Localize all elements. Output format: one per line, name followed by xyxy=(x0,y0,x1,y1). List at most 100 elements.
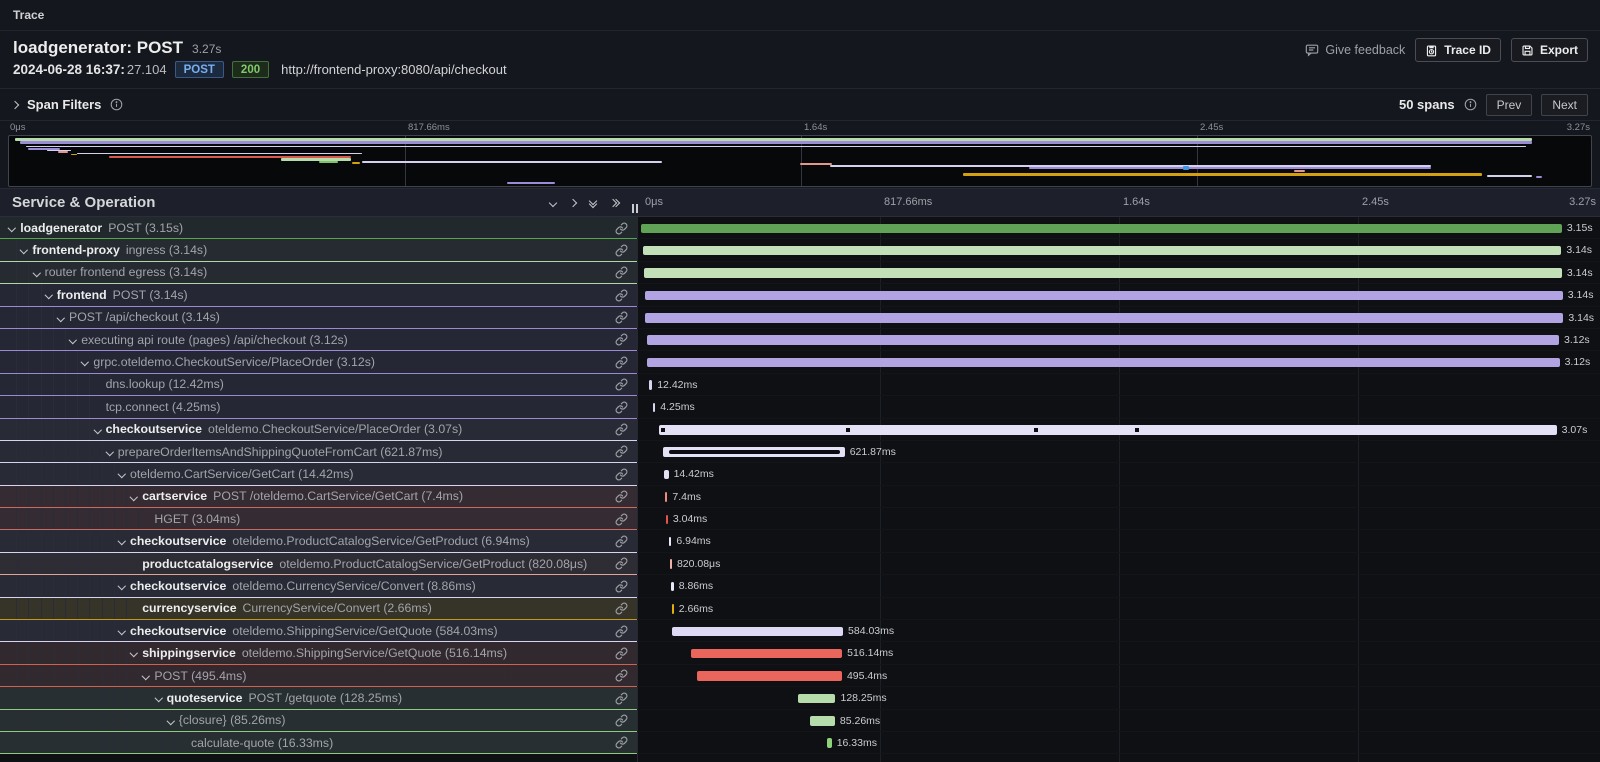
span-name-cell[interactable]: shippingserviceoteldemo.ShippingService/… xyxy=(0,642,637,664)
chevron-down-icon[interactable] xyxy=(154,694,162,702)
chevron-down-icon[interactable] xyxy=(130,493,138,501)
span-duration-bar[interactable] xyxy=(665,492,667,502)
span-duration-bar[interactable] xyxy=(669,537,671,547)
span-row[interactable]: POST (495.4ms)495.4ms xyxy=(0,665,1600,687)
span-duration-bar[interactable] xyxy=(653,403,655,413)
span-row[interactable]: shippingserviceoteldemo.ShippingService/… xyxy=(0,642,1600,664)
span-duration-bar[interactable] xyxy=(810,716,835,726)
span-row[interactable]: calculate-quote (16.33ms)16.33ms xyxy=(0,732,1600,754)
span-link-icon[interactable] xyxy=(615,714,628,732)
span-row[interactable]: currencyserviceCurrencyService/Convert (… xyxy=(0,598,1600,620)
span-name-cell[interactable]: dns.lookup (12.42ms) xyxy=(0,374,637,396)
span-link-icon[interactable] xyxy=(615,356,628,374)
span-duration-bar[interactable] xyxy=(671,582,674,592)
collapse-one-icon[interactable] xyxy=(550,200,556,206)
chevron-down-icon[interactable] xyxy=(167,716,175,724)
span-link-icon[interactable] xyxy=(615,423,628,441)
span-link-icon[interactable] xyxy=(615,222,628,240)
span-duration-bar[interactable] xyxy=(663,447,845,457)
span-row[interactable]: executing api route (pages) /api/checkou… xyxy=(0,329,1600,351)
span-row[interactable]: checkoutserviceoteldemo.ProductCatalogSe… xyxy=(0,530,1600,552)
span-row[interactable]: grpc.oteldemo.CheckoutService/PlaceOrder… xyxy=(0,351,1600,373)
expand-one-icon[interactable] xyxy=(570,200,576,206)
chevron-down-icon[interactable] xyxy=(118,537,126,545)
span-link-icon[interactable] xyxy=(615,445,628,463)
span-duration-bar[interactable] xyxy=(659,425,1557,435)
span-row[interactable]: tcp.connect (4.25ms)4.25ms xyxy=(0,396,1600,418)
span-name-cell[interactable]: prepareOrderItemsAndShippingQuoteFromCar… xyxy=(0,441,637,463)
span-row[interactable]: {closure} (85.26ms)85.26ms xyxy=(0,710,1600,732)
span-row[interactable]: cartservicePOST /oteldemo.CartService/Ge… xyxy=(0,486,1600,508)
collapse-all-icon[interactable] xyxy=(590,198,596,207)
span-name-cell[interactable]: oteldemo.CartService/GetCart (14.42ms) xyxy=(0,463,637,485)
span-name-cell[interactable]: {closure} (85.26ms) xyxy=(0,710,637,732)
span-name-cell[interactable]: frontend-proxyingress (3.14s) xyxy=(0,239,637,261)
span-link-icon[interactable] xyxy=(615,378,628,396)
span-name-cell[interactable]: productcatalogserviceoteldemo.ProductCat… xyxy=(0,553,637,575)
span-name-cell[interactable]: grpc.oteldemo.CheckoutService/PlaceOrder… xyxy=(0,351,637,373)
chevron-down-icon[interactable] xyxy=(32,269,40,277)
span-name-cell[interactable]: cartservicePOST /oteldemo.CartService/Ge… xyxy=(0,486,637,508)
next-button[interactable]: Next xyxy=(1541,94,1588,116)
span-row[interactable]: POST /api/checkout (3.14s)3.14s xyxy=(0,307,1600,329)
span-name-cell[interactable]: POST /api/checkout (3.14s) xyxy=(0,307,637,329)
span-link-icon[interactable] xyxy=(615,244,628,262)
span-link-icon[interactable] xyxy=(615,468,628,486)
span-row[interactable]: frontendPOST (3.14s)3.14s xyxy=(0,284,1600,306)
span-row[interactable]: HGET (3.04ms)3.04ms xyxy=(0,508,1600,530)
chevron-down-icon[interactable] xyxy=(69,336,77,344)
span-link-icon[interactable] xyxy=(615,557,628,575)
span-link-icon[interactable] xyxy=(615,289,628,307)
span-row[interactable]: prepareOrderItemsAndShippingQuoteFromCar… xyxy=(0,441,1600,463)
chevron-down-icon[interactable] xyxy=(106,448,114,456)
span-duration-bar[interactable] xyxy=(672,604,674,614)
span-duration-bar[interactable] xyxy=(691,649,842,659)
span-duration-bar[interactable] xyxy=(672,627,843,637)
span-duration-bar[interactable] xyxy=(647,358,1559,368)
chevron-down-icon[interactable] xyxy=(142,672,150,680)
span-row[interactable]: frontend-proxyingress (3.14s)3.14s xyxy=(0,239,1600,261)
span-name-cell[interactable]: POST (495.4ms) xyxy=(0,665,637,687)
chevron-down-icon[interactable] xyxy=(118,470,126,478)
span-name-cell[interactable]: checkoutserviceoteldemo.CurrencyService/… xyxy=(0,575,637,597)
span-duration-bar[interactable] xyxy=(649,380,653,390)
chevron-down-icon[interactable] xyxy=(20,246,28,254)
export-button[interactable]: Export xyxy=(1511,38,1588,62)
span-link-icon[interactable] xyxy=(615,513,628,531)
chevron-down-icon[interactable] xyxy=(118,582,126,590)
expand-all-icon[interactable] xyxy=(610,200,619,206)
span-duration-bar[interactable] xyxy=(670,559,672,569)
span-link-icon[interactable] xyxy=(615,490,628,508)
span-row[interactable]: dns.lookup (12.42ms)12.42ms xyxy=(0,374,1600,396)
span-name-cell[interactable]: checkoutserviceoteldemo.CheckoutService/… xyxy=(0,419,637,441)
chevron-down-icon[interactable] xyxy=(118,627,126,635)
span-row[interactable]: checkoutserviceoteldemo.ShippingService/… xyxy=(0,620,1600,642)
span-link-icon[interactable] xyxy=(615,535,628,553)
span-row[interactable]: oteldemo.CartService/GetCart (14.42ms)14… xyxy=(0,463,1600,485)
span-filters-expand-icon[interactable] xyxy=(11,100,19,108)
span-duration-bar[interactable] xyxy=(664,470,668,480)
span-name-cell[interactable]: HGET (3.04ms) xyxy=(0,508,637,530)
span-link-icon[interactable] xyxy=(615,647,628,665)
chevron-down-icon[interactable] xyxy=(130,649,138,657)
span-duration-bar[interactable] xyxy=(645,291,1563,301)
span-link-icon[interactable] xyxy=(615,266,628,284)
span-link-icon[interactable] xyxy=(615,333,628,351)
span-duration-bar[interactable] xyxy=(643,246,1561,256)
span-duration-bar[interactable] xyxy=(641,224,1562,234)
span-row[interactable]: checkoutserviceoteldemo.CurrencyService/… xyxy=(0,575,1600,597)
span-filters-info-icon[interactable] xyxy=(110,98,123,111)
span-link-icon[interactable] xyxy=(615,692,628,710)
span-name-cell[interactable]: calculate-quote (16.33ms) xyxy=(0,732,637,754)
chevron-down-icon[interactable] xyxy=(81,358,89,366)
span-link-icon[interactable] xyxy=(615,602,628,620)
span-duration-bar[interactable] xyxy=(798,694,835,704)
span-duration-bar[interactable] xyxy=(697,671,842,681)
span-count-info-icon[interactable] xyxy=(1464,98,1477,111)
chevron-down-icon[interactable] xyxy=(57,313,65,321)
span-name-cell[interactable]: quoteservicePOST /getquote (128.25ms) xyxy=(0,687,637,709)
span-link-icon[interactable] xyxy=(615,401,628,419)
span-row[interactable]: quoteservicePOST /getquote (128.25ms)128… xyxy=(0,687,1600,709)
span-link-icon[interactable] xyxy=(615,625,628,643)
span-duration-bar[interactable] xyxy=(647,335,1559,345)
